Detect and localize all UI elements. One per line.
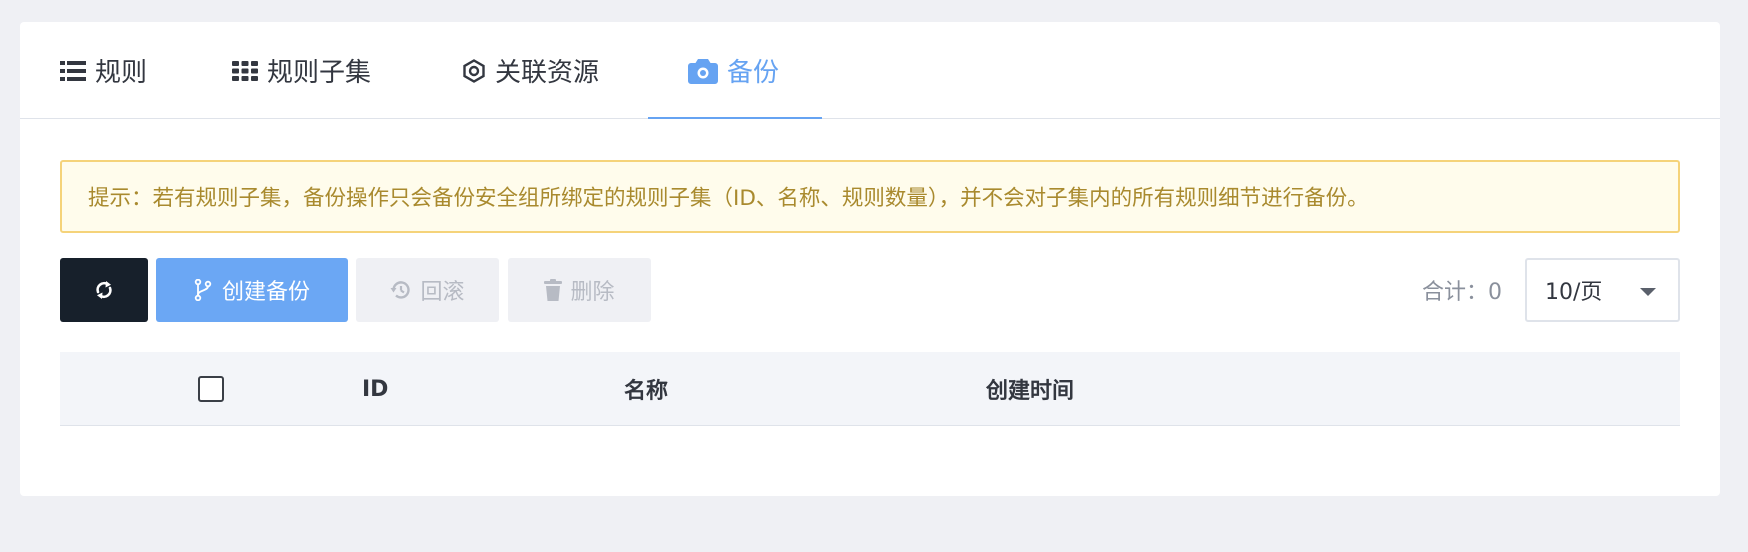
table-header: ID 名称 创建时间 [60, 352, 1680, 426]
tab-label: 备份 [727, 58, 780, 88]
total-count: 合计：0 [1422, 280, 1502, 305]
history-icon [390, 279, 412, 301]
hexagon-nut-icon [462, 58, 486, 83]
tab-backup[interactable]: 备份 [688, 22, 779, 119]
delete-label: 删除 [570, 280, 615, 305]
column-header-created-time: 创建时间 [986, 379, 1075, 404]
refresh-icon [93, 279, 115, 301]
main-card: 规则 规则子集 关联资源 备份 提示：若有规则子集，备份操作只会备份安全组所绑定… [20, 22, 1720, 496]
tab-label: 关联资源 [495, 58, 600, 88]
refresh-button[interactable] [60, 258, 148, 322]
notice-text: 提示：若有规则子集，备份操作只会备份安全组所绑定的规则子集（ID、名称、规则数量… [88, 186, 1369, 211]
create-backup-label: 创建备份 [221, 280, 310, 305]
page-size-select[interactable]: 10/页 [1525, 258, 1680, 322]
delete-button[interactable]: 删除 [508, 258, 651, 322]
list-icon [60, 60, 86, 81]
create-backup-button[interactable]: 创建备份 [156, 258, 348, 322]
rollback-button[interactable]: 回滚 [356, 258, 499, 322]
grid-icon [232, 60, 258, 81]
tab-rule-subsets[interactable]: 规则子集 [232, 22, 371, 119]
camera-icon [688, 58, 718, 84]
tab-rules[interactable]: 规则 [60, 22, 147, 119]
tab-label: 规则 [95, 58, 148, 88]
rollback-label: 回滚 [420, 280, 465, 305]
caret-down-icon [1640, 288, 1656, 296]
tab-label: 规则子集 [267, 58, 372, 88]
active-tab-indicator [648, 117, 822, 119]
branch-icon [194, 279, 212, 301]
tab-bar: 规则 规则子集 关联资源 备份 [20, 22, 1720, 119]
notice-banner: 提示：若有规则子集，备份操作只会备份安全组所绑定的规则子集（ID、名称、规则数量… [60, 160, 1680, 233]
tab-associated-resources[interactable]: 关联资源 [462, 22, 599, 119]
page-size-value: 10/页 [1545, 280, 1603, 305]
column-header-id: ID [362, 376, 389, 402]
trash-icon [544, 279, 563, 301]
select-all-checkbox[interactable] [198, 376, 224, 402]
column-header-name: 名称 [624, 379, 669, 404]
